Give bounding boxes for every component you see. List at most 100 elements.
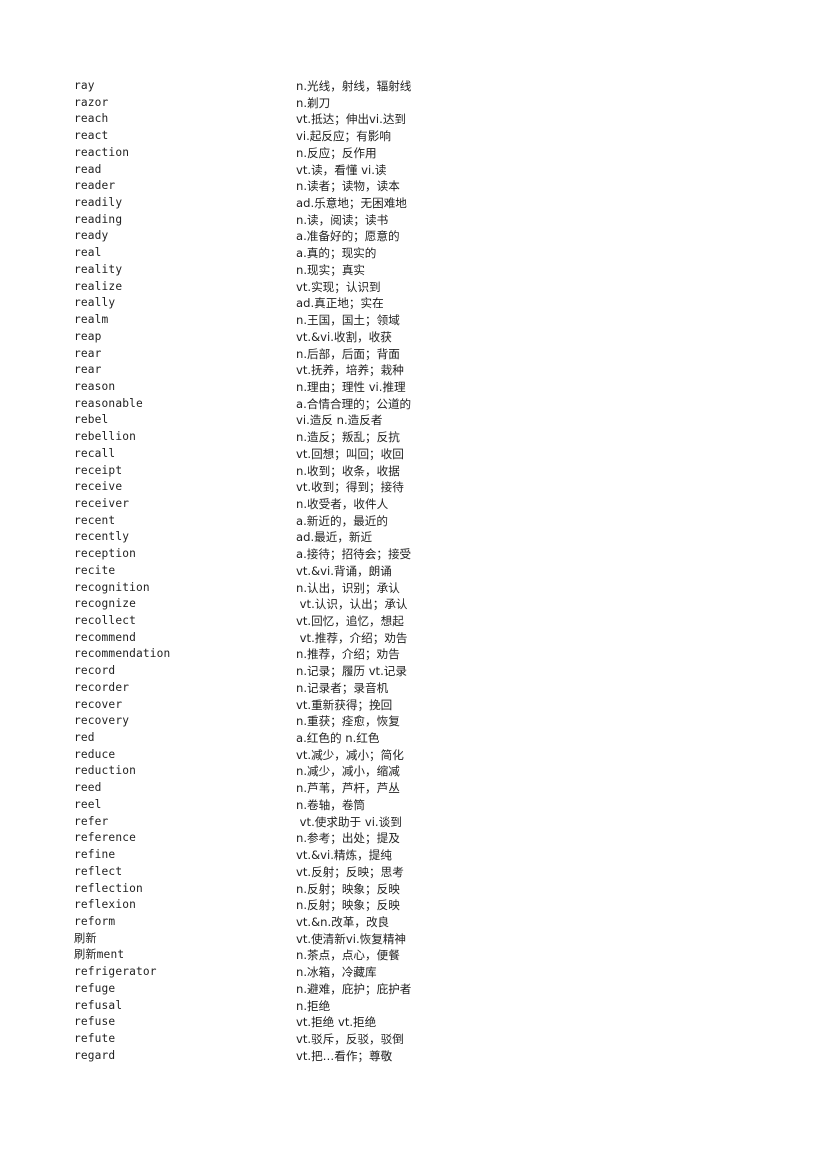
entry-term: rebel xyxy=(74,413,109,427)
entry-term: reduce xyxy=(74,747,116,761)
entry-term: reap xyxy=(74,329,102,343)
glossary-entry: refer vt.使求助于 vi.谈到 xyxy=(74,814,774,831)
entry-term: reason xyxy=(74,379,116,393)
entry-term: recently xyxy=(74,530,130,544)
glossary-entry: recommendation n.推荐，介绍；劝告 xyxy=(74,646,774,663)
entry-definition: vt.收到；得到；接待 xyxy=(296,480,404,495)
entry-term: recollect xyxy=(74,614,136,627)
glossary-entry: rebel vi.造反 n.造反者 xyxy=(74,412,774,429)
glossary-entry: recognition n.认出，识别；承认 xyxy=(74,580,774,597)
entry-term: reception xyxy=(74,547,136,561)
entry-definition: vt.拒绝 vt.拒绝 xyxy=(296,1015,377,1030)
entry-definition: vt.重新获得；挽回 xyxy=(296,697,393,712)
entry-definition: n.读，阅读；读书 xyxy=(296,212,389,227)
glossary-entry: reduction n.减少，减小，缩减 xyxy=(74,763,774,780)
entry-term: refuge xyxy=(74,981,116,995)
glossary-entry: recite vt.&vi.背诵，朗诵 xyxy=(74,563,774,580)
entry-definition: n.推荐，介绍；劝告 xyxy=(296,647,400,662)
entry-definition: vi.造反 n.造反者 xyxy=(296,413,383,428)
glossary-entry: recent a.新近的，最近的 xyxy=(74,513,774,530)
entry-term: 刷新ment xyxy=(74,948,125,962)
glossary-entry: razor n.剃刀 xyxy=(74,95,774,112)
entry-definition: n.读者；读物，读本 xyxy=(296,179,400,194)
entry-definition: vt.&vi.收割，收获 xyxy=(296,329,392,344)
entry-definition: vt.实现；认识到 xyxy=(296,279,381,294)
entry-term: recent xyxy=(74,513,116,527)
entry-definition: n.剃刀 xyxy=(296,95,331,110)
entry-term: real xyxy=(74,246,102,260)
glossary-entry: regard vt.把…看作；尊敬 xyxy=(74,1048,774,1065)
entry-term: red xyxy=(74,731,95,745)
entry-term: refuse xyxy=(74,1015,116,1029)
entry-term: recall xyxy=(74,446,116,460)
entry-definition: a.新近的，最近的 xyxy=(296,513,388,528)
glossary-entry: reaction n.反应；反作用 xyxy=(74,145,774,162)
entry-term: ready xyxy=(74,229,109,243)
entry-term: recommendation xyxy=(74,647,171,661)
entry-term: refer xyxy=(74,814,109,828)
glossary-entry: refrigerator n.冰箱，冷藏库 xyxy=(74,964,774,981)
glossary-entry: recently ad.最近，新近 xyxy=(74,529,774,546)
entry-term: realm xyxy=(74,313,109,327)
entry-term: receipt xyxy=(74,463,123,477)
entry-term: record xyxy=(74,664,116,678)
entry-definition: n.重获；痊愈，恢复 xyxy=(296,714,400,729)
glossary-entry: record n.记录；履历 vt.记录 xyxy=(74,663,774,680)
entry-definition: n.茶点，点心，便餐 xyxy=(296,948,400,963)
entry-definition: vt.抚养，培养；栽种 xyxy=(296,363,404,378)
entry-definition: n.王国，国土；领域 xyxy=(296,313,400,328)
entry-term: read xyxy=(74,162,102,176)
glossary-entry: really ad.真正地；实在 xyxy=(74,295,774,312)
entry-term: react xyxy=(74,129,109,143)
entry-definition: n.造反；叛乱；反抗 xyxy=(296,430,400,445)
entry-definition: n.反射；映象；反映 xyxy=(296,881,400,896)
glossary-entry: reader n.读者；读物，读本 xyxy=(74,178,774,195)
entry-definition: vt.反射；反映；思考 xyxy=(296,864,404,879)
glossary-entry: recorder n.记录者；录音机 xyxy=(74,680,774,697)
entry-definition: ad.真正地；实在 xyxy=(296,296,384,311)
glossary-entry: recover vt.重新获得；挽回 xyxy=(74,697,774,714)
glossary-entry: readily ad.乐意地；无困难地 xyxy=(74,195,774,212)
glossary-entry: real a.真的；现实的 xyxy=(74,245,774,262)
glossary-entry: reflection n.反射；映象；反映 xyxy=(74,881,774,898)
entry-definition: vt.把…看作；尊敬 xyxy=(296,1048,393,1063)
entry-definition: vt.使清新vi.恢复精神 xyxy=(296,931,407,946)
glossary-entry: refine vt.&vi.精炼，提纯 xyxy=(74,847,774,864)
entry-definition: vt.驳斥，反驳，驳倒 xyxy=(296,1031,404,1046)
entry-definition: vt.&n.改革，改良 xyxy=(296,914,390,929)
glossary-entry: recognize vt.认识，认出；承认 xyxy=(74,596,774,613)
entry-definition: n.现实；真实 xyxy=(296,262,366,277)
entry-term: recovery xyxy=(74,714,130,728)
glossary-entry: red a.红色的 n.红色 xyxy=(74,730,774,747)
entry-definition: vt.回忆，追忆，想起 xyxy=(296,614,404,628)
entry-definition: vt.认识，认出；承认 xyxy=(296,597,408,612)
entry-definition: a.接待；招待会；接受 xyxy=(296,547,412,562)
glossary-entry: rear vt.抚养，培养；栽种 xyxy=(74,362,774,379)
glossary-entry: reap vt.&vi.收割，收获 xyxy=(74,329,774,346)
entry-definition: n.芦苇，芦杆，芦丛 xyxy=(296,781,400,796)
glossary-entry: reflect vt.反射；反映；思考 xyxy=(74,864,774,881)
entry-definition: n.收受者，收件人 xyxy=(296,496,389,511)
entry-term: reel xyxy=(74,797,102,811)
entry-term: realize xyxy=(74,279,123,293)
glossary-entry: react vi.起反应；有影响 xyxy=(74,128,774,145)
glossary-entry: recommend vt.推荐，介绍；劝告 xyxy=(74,630,774,647)
glossary-list: ray n.光线，射线，辐射线 razor n.剃刀 reach vt.抵达；伸出vi.达… xyxy=(74,78,774,1064)
entry-definition: vt.使求助于 vi.谈到 xyxy=(296,814,402,829)
entry-term: recommend xyxy=(74,630,136,644)
entry-term: ray xyxy=(74,79,95,92)
glossary-entry: read vt.读，看懂 vi.读 xyxy=(74,162,774,179)
entry-definition: vt.减少，减小；简化 xyxy=(296,747,404,762)
glossary-entry: ready a.准备好的；愿意的 xyxy=(74,228,774,245)
glossary-entry: reason n.理由；理性 vi.推理 xyxy=(74,379,774,396)
glossary-entry: reflexion n.反射；映象；反映 xyxy=(74,897,774,914)
entry-definition: n.避难，庇护；庇护者 xyxy=(296,981,412,996)
entry-term: receive xyxy=(74,480,123,494)
glossary-entry: reform vt.&n.改革，改良 xyxy=(74,914,774,931)
document-page: ray n.光线，射线，辐射线 razor n.剃刀 reach vt.抵达；伸出vi.达… xyxy=(0,0,827,1170)
glossary-entry: reduce vt.减少，减小；简化 xyxy=(74,747,774,764)
glossary-entry: reception a.接待；招待会；接受 xyxy=(74,546,774,563)
entry-term: refusal xyxy=(74,998,123,1012)
entry-definition: vt.读，看懂 vi.读 xyxy=(296,162,387,177)
glossary-entry: recall vt.回想；叫回；收回 xyxy=(74,446,774,463)
